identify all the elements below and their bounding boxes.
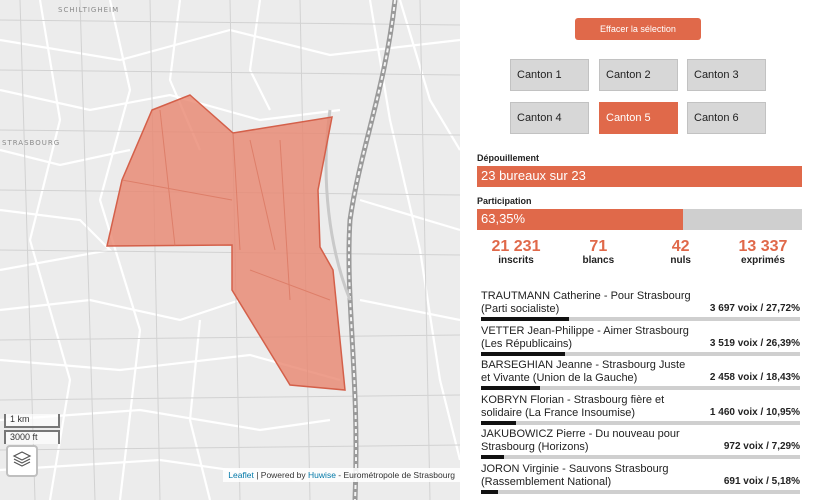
candidate-bar-fill <box>481 420 516 425</box>
candidate-name: BARSEGHIAN Jeanne - Strasbourg Juste et … <box>481 359 686 384</box>
depouillement-label: Dépouillement <box>477 153 540 163</box>
powered-by-text: | Powered by <box>256 470 306 480</box>
candidate-votes: 972 voix / 7,29% <box>723 441 800 452</box>
stat-exprimés: 13 337 exprimés <box>724 238 802 267</box>
canton-6-button[interactable]: Canton 6 <box>687 102 766 134</box>
candidate-bar-fill <box>481 351 566 356</box>
candidate-bar-fill <box>481 386 540 390</box>
candidate-row: JORON Virginie - Sauvons Strasbourg (Ras… <box>481 463 800 498</box>
candidate-bar <box>481 386 800 390</box>
candidate-name: TRAUTMANN Catherine - Pour Strasbourg (P… <box>481 290 691 315</box>
scale-metric: 1 km <box>4 414 60 428</box>
candidate-name: JORON Virginie - Sauvons Strasbourg (Ras… <box>481 462 669 488</box>
turnout-stats: 21 231 inscrits 71 blancs 42 nuls 13 337 exprim… <box>477 238 802 267</box>
candidate-votes: 1 460 voix / 10,95% <box>709 406 800 418</box>
candidate-list[interactable]: TRAUTMANN Catherine - Pour Strasbourg (P… <box>481 290 800 500</box>
place-label-strasbourg: STRASBOURG <box>2 139 61 147</box>
huwise-link[interactable]: Huwise <box>308 470 336 480</box>
depouillement-bar: 23 bureaux sur 23 <box>477 166 802 187</box>
candidate-votes: 691 voix / 5,18% <box>723 475 800 487</box>
participation-label: Participation <box>477 196 532 206</box>
canton-1-button[interactable]: Canton 1 <box>510 59 589 91</box>
stat-value: 13 337 <box>738 238 788 255</box>
candidate-name: VETTER Jean-Philippe - Aimer Strasbourg … <box>481 324 689 350</box>
scale-imperial: 3000 ft <box>4 430 60 444</box>
candidate-votes: 3 697 voix / 27,72% <box>709 303 800 314</box>
stat-value: 21 231 <box>491 238 541 255</box>
place-label-schiltigheim: SCHILTIGHEIM <box>58 6 120 14</box>
candidate-bar <box>481 489 800 494</box>
layers-button[interactable] <box>6 445 38 477</box>
candidate-bar-fill <box>481 317 570 321</box>
canton-4-button[interactable]: Canton 4 <box>510 102 589 134</box>
results-panel: Effacer la sélection Canton 1 Canton 2 Can… <box>460 0 814 500</box>
stat-value: 71 <box>589 238 608 255</box>
candidate-name: KOBRYN Florian - Strasbourg fière et sol… <box>481 393 665 419</box>
stat-label: blancs <box>582 255 615 266</box>
candidate-row: BARSEGHIAN Jeanne - Strasbourg Juste et … <box>481 359 800 394</box>
participation-text: 63,35% <box>481 211 526 226</box>
stat-label: inscrits <box>498 255 534 266</box>
map-view[interactable]: SCHILTIGHEIM STRASBOURG 1 km 3000 ft Lea… <box>0 0 460 500</box>
candidate-votes: 3 519 voix / 26,39% <box>709 337 800 349</box>
candidate-bar-fill <box>481 489 498 494</box>
candidate-row: JAKUBOWICZ Pierre - Du nouveau pour Stra… <box>481 428 800 463</box>
canton-5-button[interactable]: Canton 5 <box>599 102 678 134</box>
stat-label: nuls <box>670 255 691 266</box>
stat-inscrits: 21 231 inscrits <box>477 238 555 267</box>
candidate-row: KOBRYN Florian - Strasbourg fière et sol… <box>481 394 800 429</box>
canton-5-area <box>106 94 346 391</box>
eurometropole-text: - Eurométropole de Strasbourg <box>338 470 455 480</box>
layers-icon <box>12 449 32 474</box>
stat-label: exprimés <box>741 255 785 266</box>
map-attribution: Leaflet | Powered by Huwise - Eurométrop… <box>223 468 460 482</box>
candidate-bar <box>481 420 800 425</box>
candidate-bar-fill <box>481 455 505 459</box>
candidate-row: TRAUTMANN Catherine - Pour Strasbourg (P… <box>481 290 800 325</box>
candidate-votes: 2 458 voix / 18,43% <box>709 372 800 383</box>
stat-nuls: 42 nuls <box>642 238 720 267</box>
candidate-row: VETTER Jean-Philippe - Aimer Strasbourg … <box>481 325 800 360</box>
clear-selection-button[interactable]: Effacer la sélection <box>575 18 701 40</box>
candidate-bar <box>481 455 800 459</box>
stat-blancs: 71 blancs <box>559 238 637 267</box>
map-tiles <box>0 0 460 500</box>
canton-2-button[interactable]: Canton 2 <box>599 59 678 91</box>
participation-bar: 63,35% <box>477 209 802 230</box>
leaflet-link[interactable]: Leaflet <box>228 470 254 480</box>
candidate-bar <box>481 317 800 321</box>
candidate-bar <box>481 351 800 356</box>
depouillement-text: 23 bureaux sur 23 <box>481 168 586 183</box>
stat-value: 42 <box>671 238 690 255</box>
candidate-name: JAKUBOWICZ Pierre - Du nouveau pour Stra… <box>481 428 680 453</box>
canton-3-button[interactable]: Canton 3 <box>687 59 766 91</box>
